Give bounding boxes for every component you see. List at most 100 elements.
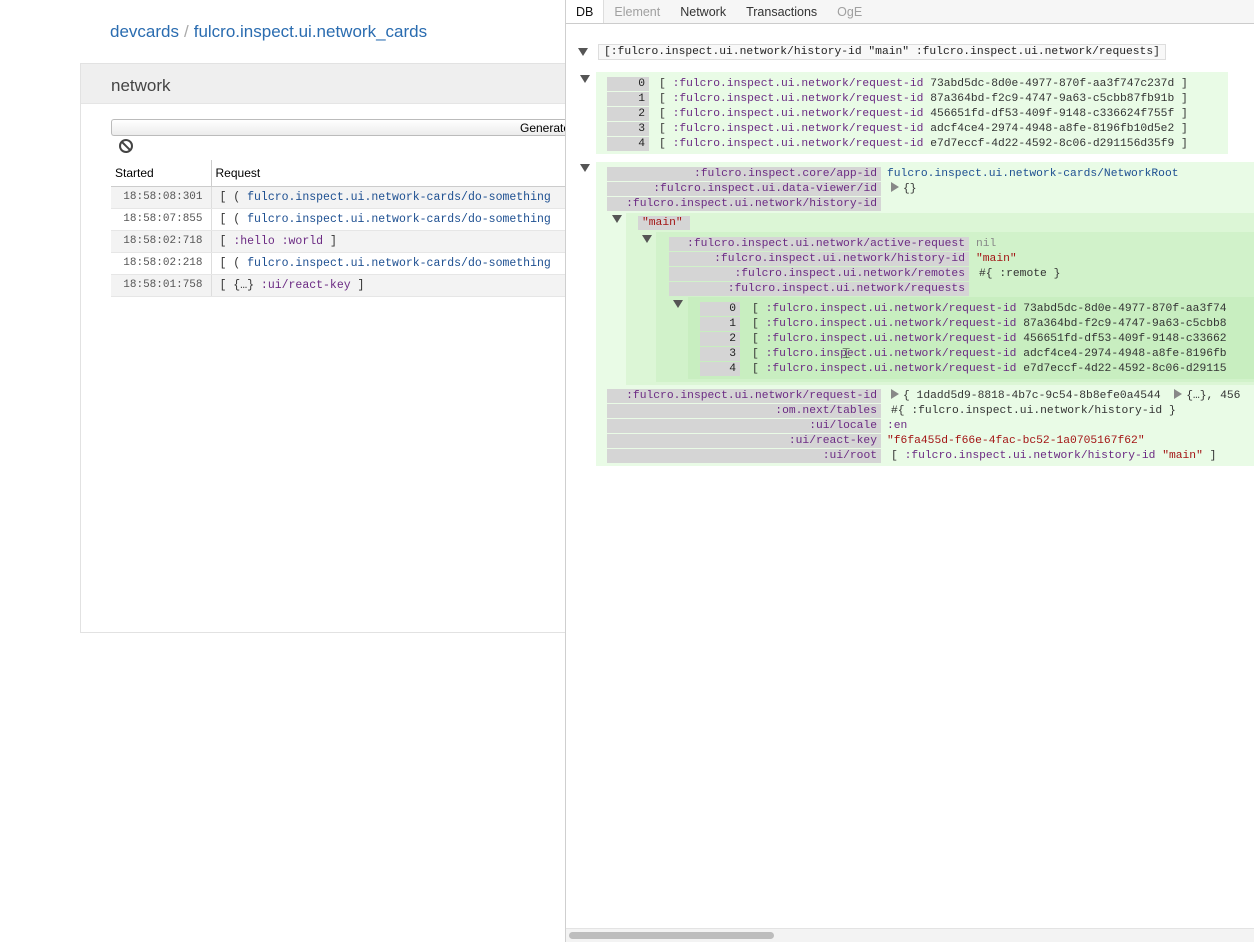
db-entry-react-key: :ui/react-key "f6fa455d-f66e-4fac-bc52-1… xyxy=(607,434,1254,449)
request-uuid: 73abd5dc-8d0e-4977-870f-aa3f74 xyxy=(1023,303,1227,315)
row-started: 18:58:01:758 xyxy=(111,274,212,297)
map-value: #{ :fulcro.inspect.ui.network/history-id… xyxy=(891,405,1176,417)
list-item: 2 [ :fulcro.inspect.ui.network/request-i… xyxy=(700,332,1254,347)
request-uuid: 87a364bd-f2c9-4747-9a63-c5cbb87fb91b xyxy=(930,93,1175,105)
row-request: [ ( fulcro.inspect.ui.network-cards/do-s… xyxy=(211,252,581,275)
list-item: 4 [ :fulcro.inspect.ui.network/request-i… xyxy=(700,362,1254,377)
table-row[interactable]: 18:58:02:718 [ :hello :world ] xyxy=(111,230,581,253)
collapse-triangle-icon[interactable] xyxy=(580,164,590,172)
item-index: 1 xyxy=(607,92,649,106)
breadcrumb-separator: / xyxy=(183,22,189,41)
collapse-triangle-icon[interactable] xyxy=(642,235,652,243)
db-entry-history: :fulcro.inspect.ui.network/history-id xyxy=(607,197,1254,212)
breadcrumb-devcards-link[interactable]: devcards xyxy=(110,22,179,41)
row-request: [ ( fulcro.inspect.ui.network-cards/do-s… xyxy=(211,186,581,209)
request-id-keyword: :fulcro.inspect.ui.network/request-id xyxy=(672,138,924,150)
tab-db[interactable]: DB xyxy=(566,0,605,23)
request-id-keyword: :fulcro.inspect.ui.network/request-id xyxy=(672,108,924,120)
map-key: :om.next/tables xyxy=(607,404,881,418)
request-suffix: ] xyxy=(329,234,337,248)
request-symbol: fulcro.inspect.ui.network-cards/do-somet… xyxy=(247,212,551,226)
item-index: 3 xyxy=(700,347,740,361)
tab-transactions[interactable]: Transactions xyxy=(736,0,827,23)
tab-element[interactable]: Element xyxy=(604,0,670,23)
value-string: "main" xyxy=(1162,450,1203,462)
item-index: 4 xyxy=(700,362,740,376)
item-value: [ :fulcro.inspect.ui.network/request-id … xyxy=(659,93,1188,105)
collapse-triangle-icon[interactable] xyxy=(673,300,683,308)
tab-network[interactable]: Network xyxy=(670,0,736,23)
item-index: 3 xyxy=(607,122,649,136)
column-header-request[interactable]: Request xyxy=(211,160,581,187)
item-index: 4 xyxy=(607,137,649,151)
row-started: 18:58:02:218 xyxy=(111,252,212,275)
table-row[interactable]: 18:58:02:218 [ ( fulcro.inspect.ui.netwo… xyxy=(111,252,581,275)
map-key: :ui/react-key xyxy=(607,434,881,448)
request-uuid: adcf4ce4-2974-4948-a8fe-8196fb10d5e2 xyxy=(930,123,1175,135)
item-index: 2 xyxy=(700,332,740,346)
item-value: [ :fulcro.inspect.ui.network/request-id … xyxy=(752,303,1227,315)
expand-triangle-icon[interactable] xyxy=(891,182,899,192)
map-key: :fulcro.inspect.ui.network/active-reques… xyxy=(669,237,969,251)
entry-requests: :fulcro.inspect.ui.network/requests xyxy=(669,282,1254,297)
collapse-triangle-icon[interactable] xyxy=(612,215,622,223)
request-symbol: fulcro.inspect.ui.network-cards/do-somet… xyxy=(247,190,551,204)
item-index: 1 xyxy=(700,317,740,331)
request-id-keyword: :fulcro.inspect.ui.network/request-id xyxy=(672,123,924,135)
column-header-started[interactable]: Started xyxy=(111,160,212,187)
value-text: { 1dadd5d9-8818-4b7c-9c54-8b8efe0a4544 xyxy=(903,390,1161,402)
item-value: [ :fulcro.inspect.ui.network/request-id … xyxy=(752,363,1227,375)
map-key: "main" xyxy=(638,216,690,230)
map-value: {} xyxy=(891,182,917,196)
table-row[interactable]: 18:58:08:301 [ ( fulcro.inspect.ui.netwo… xyxy=(111,186,581,209)
request-uuid: e7d7eccf-4d22-4592-8c06-d29115 xyxy=(1023,363,1227,375)
breadcrumb-namespace-link[interactable]: fulcro.inspect.ui.network_cards xyxy=(194,22,427,41)
row-request: [ ( fulcro.inspect.ui.network-cards/do-s… xyxy=(211,208,581,231)
db-entry-locale: :ui/locale :en xyxy=(607,419,1254,434)
request-id-keyword: :fulcro.inspect.ui.network/request-id xyxy=(672,93,924,105)
request-uuid: 456651fd-df53-409f-9148-c336624f755f xyxy=(930,108,1175,120)
db-entry-root: :ui/root [ :fulcro.inspect.ui.network/hi… xyxy=(607,449,1254,464)
item-value: [ :fulcro.inspect.ui.network/request-id … xyxy=(659,108,1188,120)
collapse-triangle-icon[interactable] xyxy=(580,75,590,83)
generate-button[interactable]: Generate xyxy=(111,119,581,136)
tab-oge[interactable]: OgE xyxy=(827,0,872,23)
item-value: [ :fulcro.inspect.ui.network/request-id … xyxy=(659,123,1188,135)
scrollbar-thumb[interactable] xyxy=(569,932,774,939)
clear-icon[interactable] xyxy=(119,139,133,153)
horizontal-scrollbar[interactable] xyxy=(566,928,1254,942)
table-row[interactable]: 18:58:07:855 [ ( fulcro.inspect.ui.netwo… xyxy=(111,208,581,231)
table-row[interactable]: 18:58:01:758 [ {…} :ui/react-key ] xyxy=(111,274,581,297)
request-uuid: 456651fd-df53-409f-9148-c33662 xyxy=(1023,333,1227,345)
expand-triangle-icon[interactable] xyxy=(1174,389,1183,399)
item-value: [ :fulcro.inspect.ui.network/request-id … xyxy=(752,333,1227,345)
map-key: :fulcro.inspect.ui.network/requests xyxy=(669,282,969,296)
row-started: 18:58:08:301 xyxy=(111,186,212,209)
row-request: [ {…} :ui/react-key ] xyxy=(211,274,581,297)
entry-active-request: :fulcro.inspect.ui.network/active-reques… xyxy=(669,237,1254,252)
request-id-keyword: :fulcro.inspect.ui.network/request-id xyxy=(765,303,1017,315)
request-prefix: [ ( xyxy=(219,190,241,204)
map-value: "main" xyxy=(976,253,1017,265)
item-value: [ :fulcro.inspect.ui.network/request-id … xyxy=(752,348,1227,360)
collapse-triangle-icon[interactable] xyxy=(578,48,588,56)
breadcrumb: devcards / fulcro.inspect.ui.network_cards xyxy=(110,22,427,42)
request-suffix: ] xyxy=(357,278,365,292)
expand-triangle-icon[interactable] xyxy=(891,389,899,399)
db-entry-data-viewer: :fulcro.inspect.ui.data-viewer/id {} xyxy=(607,182,1254,197)
item-value: [ :fulcro.inspect.ui.network/request-id … xyxy=(659,138,1188,150)
map-key: :fulcro.inspect.ui.network/request-id xyxy=(607,389,881,403)
map-value: [ :fulcro.inspect.ui.network/history-id … xyxy=(891,450,1217,462)
map-value: fulcro.inspect.ui.network-cards/NetworkR… xyxy=(887,168,1179,180)
entry-history-id: :fulcro.inspect.ui.network/history-id "m… xyxy=(669,252,1254,267)
map-value: #{ :remote } xyxy=(979,268,1061,280)
item-value: [ :fulcro.inspect.ui.network/request-id … xyxy=(752,318,1227,330)
map-key: :ui/locale xyxy=(607,419,881,433)
map-key: :fulcro.inspect.ui.network/remotes xyxy=(669,267,969,281)
request-table: Started Request 18:58:08:301 [ ( fulcro.… xyxy=(111,160,581,297)
map-key: :fulcro.inspect.ui.network/history-id xyxy=(607,197,881,211)
request-id-keyword: :fulcro.inspect.ui.network/request-id xyxy=(765,363,1017,375)
item-index: 0 xyxy=(700,302,740,316)
item-value: [ :fulcro.inspect.ui.network/request-id … xyxy=(659,78,1188,90)
request-prefix: [ xyxy=(219,234,227,248)
